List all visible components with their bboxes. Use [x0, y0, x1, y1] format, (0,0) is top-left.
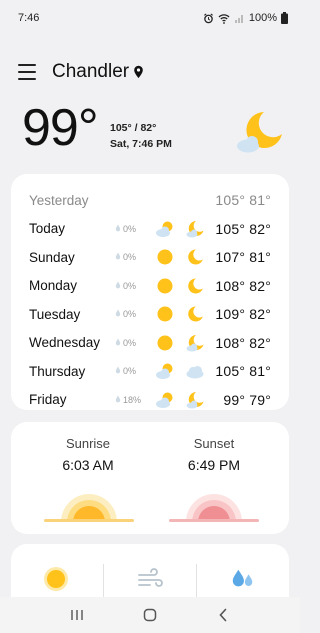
sun-icon [155, 277, 175, 295]
sunrise-time: 6:03 AM [62, 457, 114, 473]
moon-cloud-icon [185, 391, 205, 409]
precipitation-value: 0% [123, 252, 137, 263]
forecast-temps: 105° 81° [215, 363, 271, 380]
status-bar: 7:46 100% [0, 0, 300, 36]
precipitation-value: 0% [123, 223, 137, 234]
forecast-row[interactable]: Wednesday 0% 108° 82° [29, 329, 271, 358]
raindrop-icon [115, 366, 121, 376]
forecast-day-label: Yesterday [29, 192, 89, 208]
precipitation-value: 0% [123, 366, 137, 377]
moon-icon [185, 305, 205, 323]
moon-cloud-icon [185, 220, 205, 238]
forecast-row[interactable]: Sunday 0% 107° 81° [29, 243, 271, 272]
sun-icon [155, 334, 175, 352]
signal-icon [234, 14, 243, 23]
sunset-time: 6:49 PM [187, 457, 241, 473]
forecast-temps: 107° 81° [215, 249, 271, 266]
raindrop-icon [115, 252, 121, 262]
forecast-row[interactable]: Today 0% 105° 82° [29, 215, 271, 244]
current-temperature: 99° [22, 99, 99, 157]
forecast-day-label: Wednesday [29, 335, 101, 351]
forecast-temps: 108° 82° [215, 334, 271, 351]
precipitation-value: 0% [123, 309, 137, 320]
alarm-icon [203, 12, 213, 23]
status-icons: 100% [203, 12, 288, 24]
forecast-day-label: Friday [29, 392, 67, 408]
cloud-icon [185, 362, 205, 380]
forecast-temps: 105° 82° [215, 220, 271, 237]
moon-cloud-icon [185, 334, 205, 352]
wind-icon [137, 566, 163, 592]
forecast-day-label: Sunday [29, 249, 75, 265]
precipitation: 18% [115, 395, 155, 405]
location-pin-icon [133, 65, 144, 79]
forecast-row[interactable]: Monday 0% 108° 82° [29, 272, 271, 301]
moon-icon [185, 277, 205, 295]
precipitation: 0% [115, 366, 155, 376]
partly-sunny-icon [155, 391, 175, 409]
precipitation: 0% [115, 224, 155, 234]
humidity-drops-icon [230, 566, 256, 592]
forecast-row-yesterday: Yesterday 105° 81° [29, 186, 271, 215]
moon-icon [185, 248, 205, 266]
battery-percent: 100% [248, 12, 277, 24]
wifi-icon [218, 13, 230, 24]
forecast-temps: 109° 82° [215, 306, 271, 323]
menu-icon[interactable] [18, 64, 36, 80]
raindrop-icon [115, 395, 121, 405]
precipitation-value: 0% [123, 280, 137, 291]
recent-apps-icon[interactable] [62, 603, 92, 627]
forecast-temps: 105° 81° [215, 192, 271, 209]
precipitation: 0% [115, 309, 155, 319]
sunrise-block: Sunrise 6:03 AM [28, 436, 148, 473]
raindrop-icon [115, 309, 121, 319]
partly-sunny-icon [155, 220, 175, 238]
forecast-row[interactable]: Friday 18% 99° 79° [29, 386, 271, 415]
home-icon[interactable] [135, 603, 165, 627]
precipitation-value: 18% [123, 394, 142, 405]
sun-icon [155, 248, 175, 266]
status-time: 7:46 [18, 12, 40, 24]
city-name[interactable]: Chandler [52, 61, 129, 83]
forecast-row[interactable]: Tuesday 0% 109° 82° [29, 300, 271, 329]
partly-sunny-icon [155, 362, 175, 380]
daily-forecast-card[interactable]: Yesterday 105° 81° Today 0% 105° 82° Sunday… [11, 174, 289, 410]
sunrise-graphic-icon [44, 488, 134, 522]
back-icon[interactable] [208, 603, 238, 627]
current-date-time: Sat, 7:46 PM [110, 138, 172, 150]
precipitation-value: 0% [123, 337, 137, 348]
forecast-temps: 108° 82° [215, 277, 271, 294]
forecast-row[interactable]: Thursday 0% 105° 81° [29, 357, 271, 386]
precipitation: 0% [115, 338, 155, 348]
current-conditions: 99° 105° / 82° Sat, 7:46 PM [22, 99, 284, 164]
sunset-block: Sunset 6:49 PM [154, 436, 274, 473]
sun-icon [155, 305, 175, 323]
battery-icon [281, 12, 288, 24]
raindrop-icon [115, 224, 121, 234]
forecast-temps: 99° 79° [223, 391, 271, 408]
raindrop-icon [115, 281, 121, 291]
forecast-day-label: Tuesday [29, 306, 81, 322]
sunset-graphic-icon [169, 488, 259, 522]
uv-sun-icon [43, 566, 69, 592]
current-high-low: 105° / 82° [110, 122, 157, 134]
precipitation: 0% [115, 281, 155, 291]
raindrop-icon [115, 338, 121, 348]
forecast-day-label: Monday [29, 278, 78, 294]
forecast-day-label: Thursday [29, 363, 86, 379]
navigation-bar [0, 597, 300, 633]
forecast-day-label: Today [29, 221, 66, 237]
precipitation: 0% [115, 252, 155, 262]
sunset-label: Sunset [193, 436, 235, 451]
sunrise-label: Sunrise [65, 436, 111, 451]
app-header: Chandler [18, 58, 144, 86]
moon-cloud-icon [234, 108, 284, 156]
